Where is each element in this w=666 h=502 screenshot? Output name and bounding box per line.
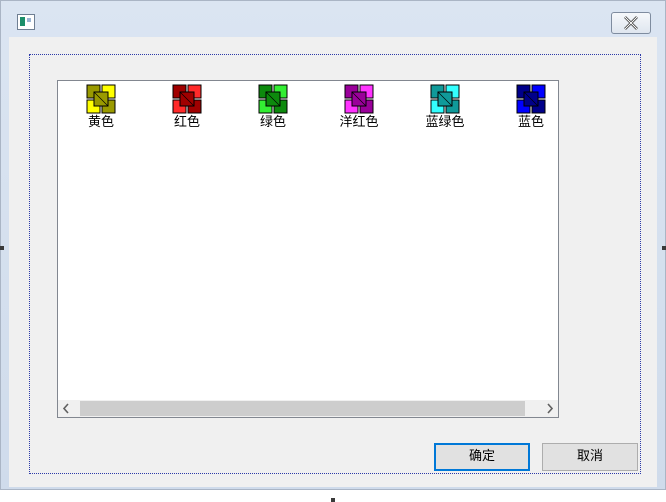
horizontal-scrollbar[interactable] — [58, 400, 558, 417]
scroll-left-button[interactable] — [58, 400, 75, 417]
color-list-view[interactable]: 黄色 红色 绿色 洋红色 蓝绿色 蓝色 — [57, 80, 559, 418]
chevron-left-icon — [62, 403, 69, 414]
title-bar[interactable] — [1, 1, 665, 37]
ok-button[interactable]: 确定 — [434, 443, 530, 471]
magenta-tile-icon — [344, 84, 374, 114]
red-tile-icon — [172, 84, 202, 114]
cyan-tile-icon — [430, 84, 460, 114]
app-window-icon — [17, 14, 35, 30]
list-item-label: 黄色 — [87, 115, 114, 130]
resize-handle-bottom[interactable] — [331, 498, 335, 502]
list-item[interactable]: 红色 — [152, 83, 222, 131]
dialog-client-area: 黄色 红色 绿色 洋红色 蓝绿色 蓝色 确定 取消 — [9, 37, 657, 487]
list-item-label: 蓝绿色 — [425, 115, 465, 130]
list-item[interactable]: 黄色 — [66, 83, 136, 131]
list-item[interactable]: 洋红色 — [324, 83, 394, 131]
list-item-label: 绿色 — [259, 115, 286, 130]
resize-handle-left[interactable] — [0, 246, 4, 250]
scrollbar-thumb[interactable] — [80, 401, 525, 416]
close-icon — [624, 16, 638, 30]
list-item-label: 洋红色 — [339, 115, 379, 130]
list-item[interactable]: 蓝绿色 — [410, 83, 480, 131]
dialog-window: 黄色 红色 绿色 洋红色 蓝绿色 蓝色 确定 取消 — [0, 0, 666, 490]
blue-tile-icon — [516, 84, 546, 114]
green-tile-icon — [258, 84, 288, 114]
close-button[interactable] — [611, 12, 651, 34]
chevron-right-icon — [547, 403, 554, 414]
cancel-button[interactable]: 取消 — [542, 443, 638, 471]
resize-handle-right[interactable] — [662, 246, 666, 250]
yellow-tile-icon — [86, 84, 116, 114]
scroll-right-button[interactable] — [541, 400, 558, 417]
list-item[interactable]: 绿色 — [238, 83, 308, 131]
list-item-label: 红色 — [173, 115, 200, 130]
list-item-label: 蓝色 — [517, 115, 544, 130]
list-item[interactable]: 蓝色 — [496, 83, 558, 131]
